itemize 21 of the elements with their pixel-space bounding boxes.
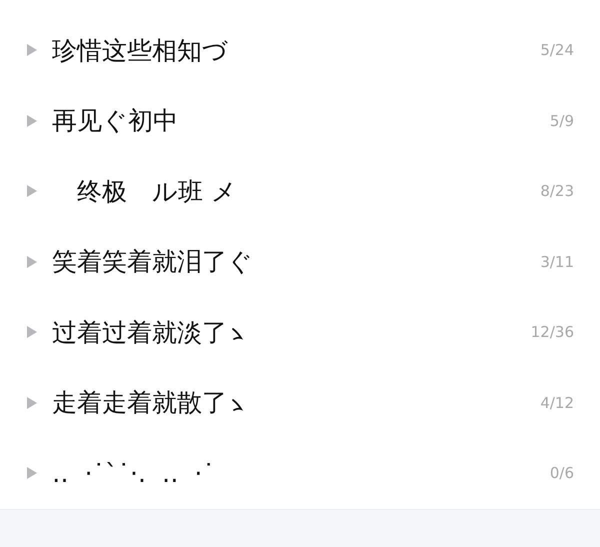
group-row[interactable]: 珍惜这些相知づ 5/24 bbox=[0, 15, 600, 86]
group-name: ‥ ·˙ˋ˙·. ‥ ·˙ bbox=[52, 458, 215, 488]
group-row[interactable]: 笑着笑着就泪了ぐ 3/11 bbox=[0, 226, 600, 297]
group-row[interactable]: 终极 ル班 メ 8/23 bbox=[0, 156, 600, 226]
online-count: 12/36 bbox=[530, 323, 574, 342]
group-row[interactable]: 过着过着就淡了 12/36 bbox=[0, 297, 600, 368]
group-row[interactable]: ‥ ·˙ˋ˙·. ‥ ·˙ 0/6 bbox=[0, 438, 600, 508]
online-count: 4/12 bbox=[540, 394, 574, 412]
group-name: 终极 ル班 メ bbox=[76, 176, 237, 208]
group-row[interactable]: 走着走着就散了 4/12 bbox=[0, 368, 600, 438]
online-count: 5/24 bbox=[540, 41, 574, 60]
online-count: 0/6 bbox=[550, 464, 574, 482]
online-count: 8/23 bbox=[540, 182, 574, 200]
group-name: 珍惜这些相知づ bbox=[52, 34, 228, 67]
group-name: 笑着笑着就泪了ぐ bbox=[52, 246, 253, 278]
group-name: 走着走着就散了 bbox=[52, 387, 227, 420]
group-name: 过着过着就淡了 bbox=[52, 316, 227, 349]
group-name: 再见ぐ初中 bbox=[52, 105, 178, 138]
online-count: 3/11 bbox=[540, 252, 574, 271]
group-row[interactable]: 再见ぐ初中 5/9 bbox=[0, 86, 600, 156]
online-count: 5/9 bbox=[550, 112, 574, 130]
